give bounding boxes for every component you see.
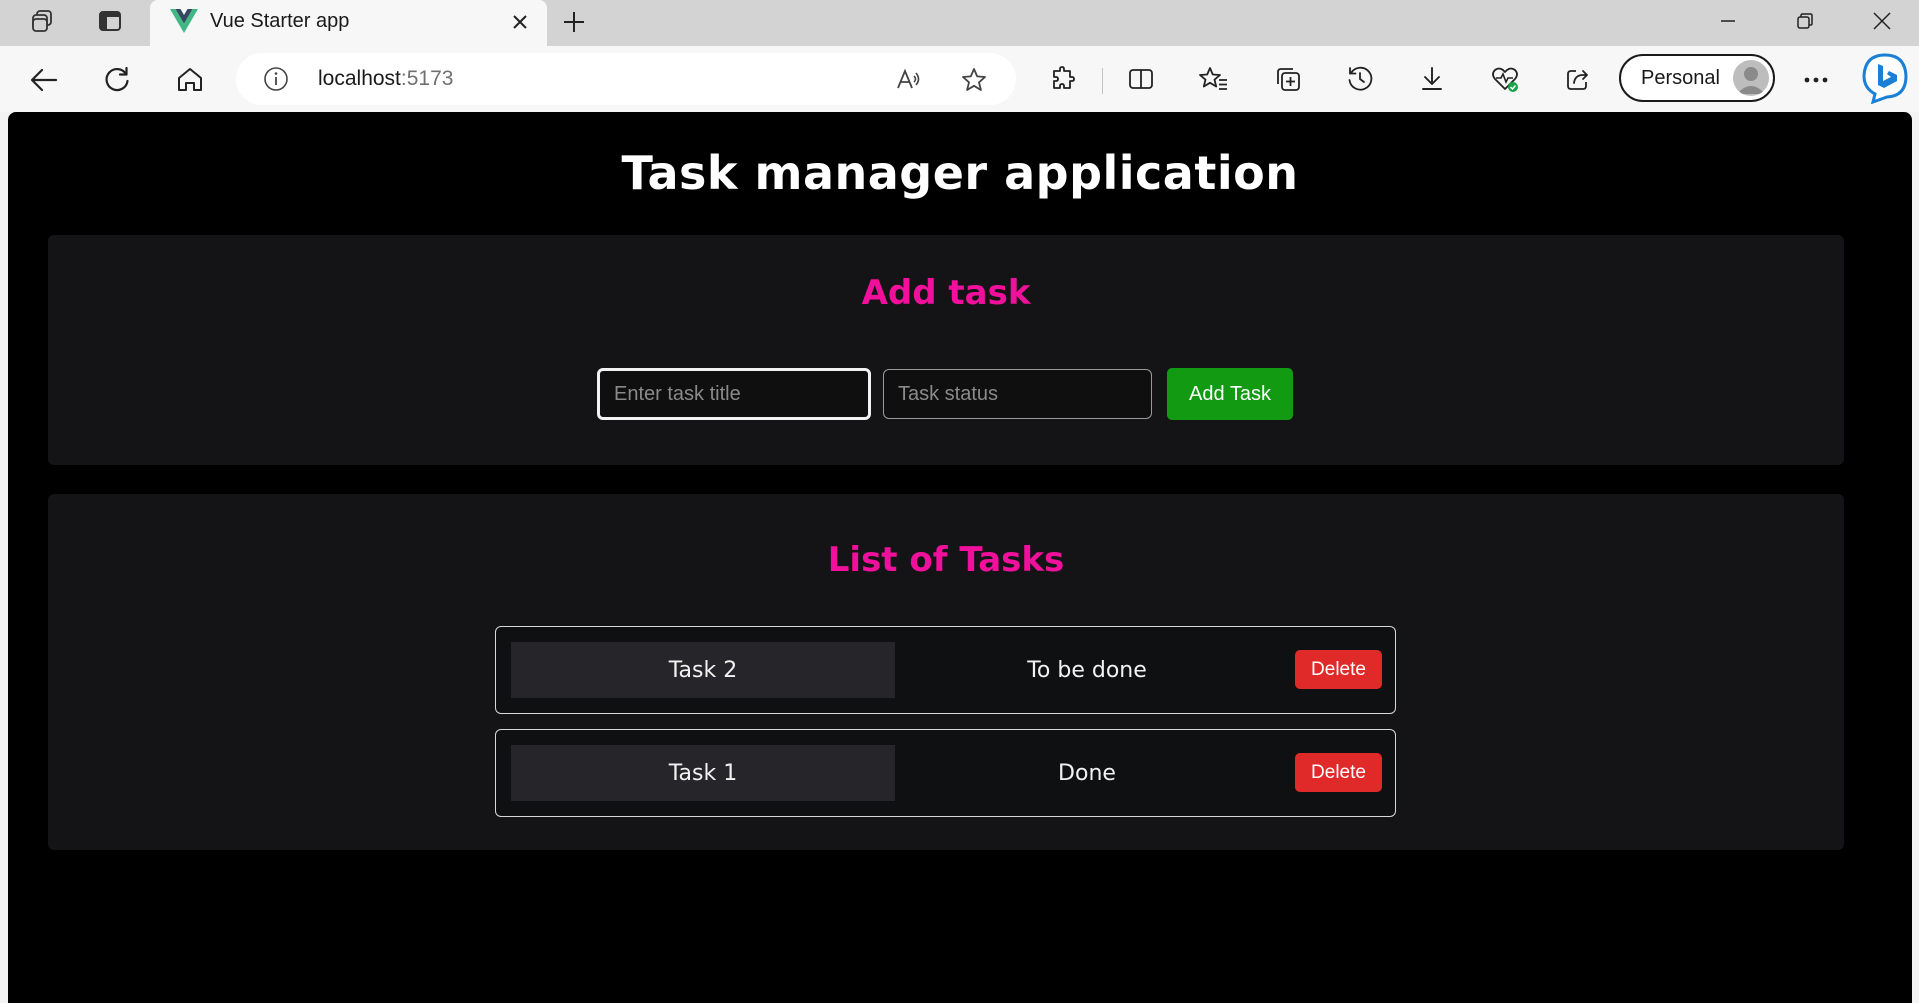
extensions-icon[interactable] [1045,61,1081,97]
share-icon[interactable] [1560,61,1596,97]
tab-title: Vue Starter app [210,10,350,32]
minimize-icon[interactable] [1700,4,1756,38]
browser-toolbar: localhost:5173 Personal [0,46,1919,112]
task-row: Task 1 Done Delete [495,729,1396,817]
home-icon[interactable] [170,60,210,100]
vue-logo-icon [170,9,198,33]
tab-bar: Vue Starter app [0,0,1919,46]
task-title-input[interactable] [597,368,871,420]
add-task-heading: Add task [861,273,1031,313]
collections-icon[interactable] [1270,61,1306,97]
vertical-tabs-icon[interactable] [92,6,128,36]
close-window-icon[interactable] [1854,4,1910,38]
tab-vue-starter[interactable]: Vue Starter app [150,0,547,46]
refresh-icon[interactable] [97,60,137,100]
favorites-icon[interactable] [1196,61,1232,97]
toolbar-divider [1102,68,1103,94]
task-list-panel: List of Tasks Task 2 To be done Delete T… [48,494,1844,850]
add-task-button[interactable]: Add Task [1167,368,1293,420]
profile-button[interactable]: Personal [1619,54,1775,102]
close-tab-icon[interactable] [506,8,534,36]
page-title: Task manager application [621,146,1299,200]
favorite-star-icon[interactable] [957,63,991,97]
history-icon[interactable] [1342,61,1378,97]
split-screen-icon[interactable] [1123,61,1159,97]
delete-task-button[interactable]: Delete [1295,650,1382,689]
back-icon[interactable] [24,60,64,100]
task-list-heading: List of Tasks [827,540,1065,580]
task-row: Task 2 To be done Delete [495,626,1396,714]
task-status: Done [1058,760,1116,786]
restore-icon[interactable] [1777,4,1833,38]
new-tab-icon[interactable] [556,6,592,38]
site-info-icon[interactable] [262,65,290,93]
downloads-icon[interactable] [1414,61,1450,97]
url-text[interactable]: localhost:5173 [318,67,453,91]
profile-label: Personal [1641,67,1720,89]
task-status-input[interactable] [883,369,1152,419]
page-viewport: Task manager application Add task Add Ta… [8,112,1912,1003]
more-options-icon[interactable] [1796,60,1836,100]
add-task-panel: Add task Add Task [48,235,1844,465]
avatar-icon [1733,60,1769,96]
task-title: Task 1 [511,745,895,801]
browser-essentials-icon[interactable] [1487,61,1523,97]
delete-task-button[interactable]: Delete [1295,753,1382,792]
copilot-icon[interactable] [1858,50,1912,106]
task-title: Task 2 [511,642,895,698]
workspaces-icon[interactable] [24,6,60,36]
task-status: To be done [1027,657,1147,683]
read-aloud-icon[interactable] [892,63,926,97]
address-bar[interactable]: localhost:5173 [236,53,1016,105]
